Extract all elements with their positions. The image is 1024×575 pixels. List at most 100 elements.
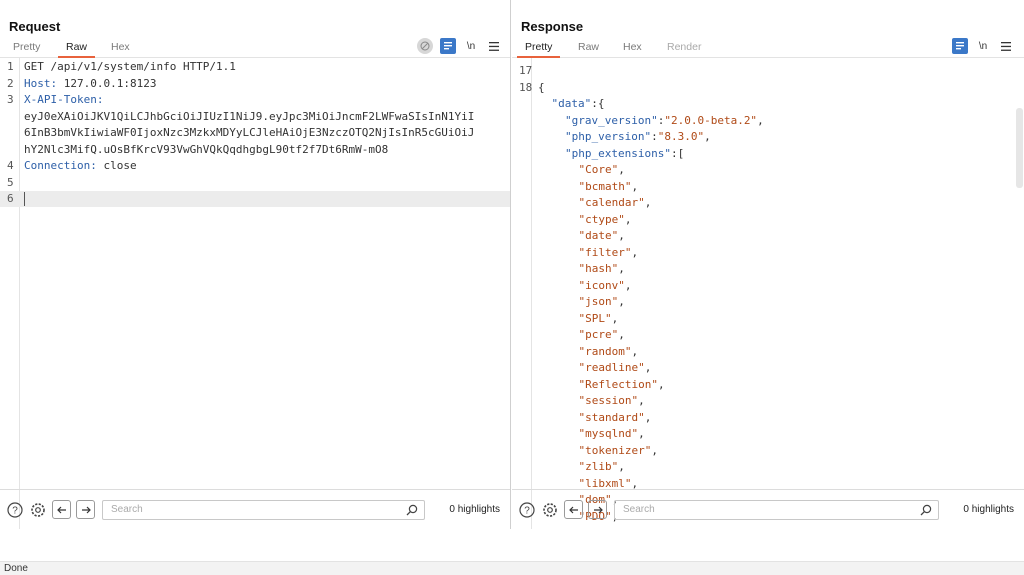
- previous-arrow-icon[interactable]: [52, 500, 71, 519]
- code-rest: ,: [624, 278, 632, 292]
- code-line: 6InB3bmVkIiwiaWF0IjoxNzc3MzkxMDYyLCJleHA…: [0, 125, 510, 141]
- code-string: "calendar": [578, 196, 645, 209]
- code-line: "ctype",: [512, 212, 1024, 228]
- code-string: "libxml": [578, 476, 632, 490]
- code-line: 18 {: [512, 80, 1024, 96]
- code-text: "Core",: [579, 162, 625, 178]
- code-line: "bcmath",: [512, 179, 1024, 195]
- code-line: "pcre",: [512, 327, 1024, 343]
- previous-arrow-icon[interactable]: [564, 500, 583, 519]
- code-string: "mysqlnd": [578, 427, 639, 440]
- code-line: "calendar",: [512, 195, 1024, 211]
- code-rest: ,: [631, 179, 639, 193]
- code-key: "grav_version": [565, 113, 658, 127]
- code-string: "json": [578, 295, 619, 308]
- code-line: "tokenizer",: [512, 443, 1024, 459]
- code-string: "iconv": [578, 278, 625, 292]
- code-line: "session",: [512, 393, 1024, 409]
- code-key: "php_extensions": [565, 146, 671, 160]
- request-search-input[interactable]: [103, 500, 424, 519]
- menu-icon[interactable]: [998, 38, 1014, 54]
- code-string: "readline": [578, 361, 645, 374]
- request-tab-hex[interactable]: Hex: [111, 40, 130, 58]
- code-line: 2 Host: 127.0.0.1:8123: [0, 76, 510, 92]
- svg-text:?: ?: [12, 505, 18, 516]
- code-text: "php_version":"8.3.0",: [565, 129, 711, 145]
- code-rest: ,: [618, 229, 625, 242]
- hide-nonprintable-icon[interactable]: [417, 38, 433, 54]
- code-string: "random": [578, 344, 632, 358]
- code-line: "SPL",: [512, 311, 1024, 327]
- code-string: "bcmath": [578, 179, 632, 193]
- request-editor[interactable]: 1 GET /api/v1/system/info HTTP/1.1 2 Host: …: [0, 58, 510, 529]
- code-line: 3 X-API-Token:: [0, 92, 510, 108]
- code-line: "random",: [512, 344, 1024, 360]
- response-tab-render[interactable]: Render: [667, 40, 701, 58]
- code-text: "session",: [579, 393, 645, 409]
- code-text: "date",: [579, 228, 625, 244]
- response-editor[interactable]: 17 18{"data":{"grav_version":"2.0.0-beta.…: [512, 58, 1024, 529]
- code-line: 17: [512, 63, 1024, 79]
- code-text: "mysqlnd",: [579, 426, 645, 442]
- code-key: "data": [551, 97, 592, 110]
- code-text: GET /api/v1/system/info HTTP/1.1: [24, 59, 236, 75]
- code-text: "Reflection",: [579, 377, 665, 393]
- code-rest: 6InB3bmVkIiwiaWF0IjoxNzc3MzkxMDYyLCJleHA…: [24, 126, 475, 139]
- request-search-box: [102, 499, 425, 520]
- code-line: hY2Nlc3MifQ.uOsBfKrcV93VwGhVQkQqdhgbgL90…: [0, 142, 510, 158]
- line-number: 2: [7, 76, 14, 90]
- code-text: "random",: [579, 344, 639, 360]
- line-number: 4: [7, 159, 14, 172]
- line-number: 1: [7, 60, 14, 73]
- code-rest: ,: [638, 394, 645, 407]
- pretty-print-icon[interactable]: [440, 38, 456, 54]
- pretty-print-icon[interactable]: [952, 38, 968, 54]
- help-icon[interactable]: ?: [518, 501, 536, 519]
- code-text: "readline",: [579, 360, 652, 376]
- response-tab-hex[interactable]: Hex: [623, 40, 642, 58]
- code-text: "SPL",: [579, 311, 619, 327]
- code-text: {: [538, 80, 545, 96]
- code-rest: ,: [618, 328, 625, 341]
- menu-icon[interactable]: [486, 38, 502, 54]
- code-line: "Core",: [512, 162, 1024, 178]
- code-string: "hash": [578, 262, 619, 275]
- newline-icon[interactable]: \n: [975, 38, 991, 54]
- code-line: "filter",: [512, 245, 1024, 261]
- code-rest: ,: [638, 427, 645, 440]
- code-string: "Core": [578, 163, 619, 176]
- code-text: "pcre",: [579, 327, 625, 343]
- response-tab-pretty[interactable]: Pretty: [516, 40, 562, 58]
- settings-gear-icon[interactable]: [29, 501, 47, 519]
- code-rest: {: [538, 80, 545, 94]
- request-tab-pretty[interactable]: Pretty: [13, 40, 40, 58]
- code-rest: :{: [591, 97, 605, 110]
- code-text: X-API-Token:: [24, 92, 103, 108]
- code-rest: ,: [624, 212, 632, 226]
- code-rest: ,: [644, 361, 652, 374]
- code-text: "tokenizer",: [579, 443, 658, 459]
- request-tab-raw[interactable]: Raw: [57, 40, 96, 58]
- code-rest: ,: [618, 262, 625, 275]
- code-rest: ,: [618, 163, 625, 176]
- code-line: "iconv",: [512, 278, 1024, 294]
- code-rest: ,: [618, 295, 625, 308]
- help-icon[interactable]: ?: [6, 501, 24, 519]
- next-arrow-icon[interactable]: [588, 500, 607, 519]
- code-line: "php_version":"8.3.0",: [512, 129, 1024, 145]
- text-caret: [24, 192, 25, 206]
- settings-gear-icon[interactable]: [541, 501, 559, 519]
- code-line: "hash",: [512, 261, 1024, 277]
- newline-icon[interactable]: \n: [463, 38, 479, 54]
- response-tab-raw[interactable]: Raw: [578, 40, 599, 58]
- code-string: "standard": [578, 410, 645, 424]
- code-line: "mysqlnd",: [512, 426, 1024, 442]
- code-text: "filter",: [579, 245, 639, 261]
- response-search-input[interactable]: [615, 500, 938, 519]
- response-tabs: Pretty Raw Hex Render: [512, 40, 1024, 58]
- status-bar: Done: [0, 561, 1024, 575]
- code-string: "pcre": [578, 328, 619, 341]
- next-arrow-icon[interactable]: [76, 500, 95, 519]
- code-rest: ,: [704, 130, 711, 143]
- code-rest: ,: [644, 196, 652, 209]
